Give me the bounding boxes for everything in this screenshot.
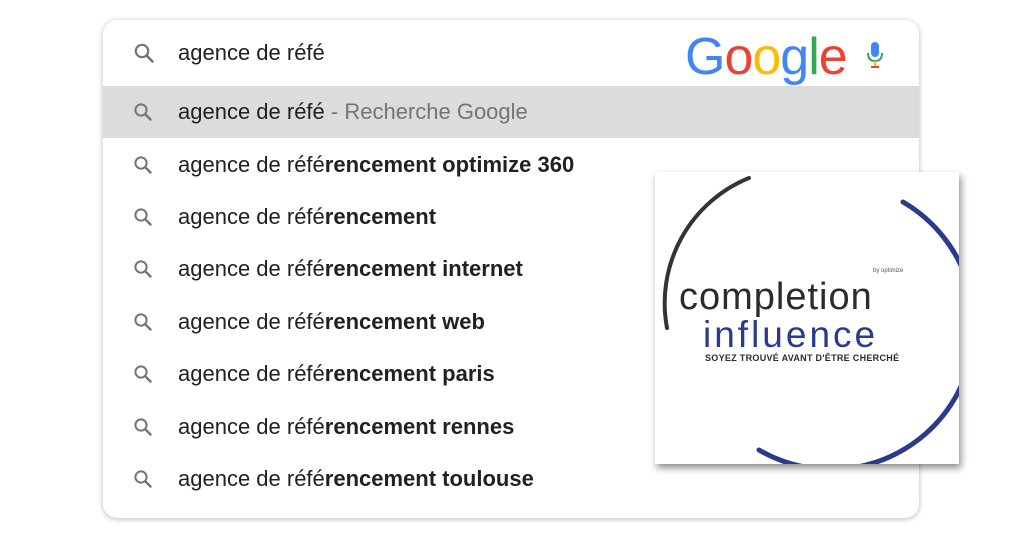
search-input[interactable] [178, 20, 658, 86]
suggestion-completion: rencement toulouse [324, 465, 534, 491]
logo-letter: g [780, 28, 809, 86]
suggestion-text: agence de référencement rennes [178, 414, 514, 440]
suggestion-completion: rencement paris [324, 361, 495, 387]
suggestion-prefix: agence de réfé [178, 151, 325, 177]
microphone-icon[interactable] [865, 40, 885, 70]
search-icon [133, 207, 153, 227]
suggestion-prefix: agence de réfé [178, 465, 325, 491]
suggestion-prefix: agence de réfé [178, 203, 325, 229]
suggestion-text: agence de référencement [178, 204, 436, 230]
brand-tagline: SOYEZ TROUVÉ AVANT D'ÊTRE CHERCHÉ [705, 353, 900, 363]
suggestion-completion: rencement optimize 360 [324, 151, 575, 177]
suggestion-suffix: - Recherche Google [324, 99, 528, 125]
search-icon [133, 417, 153, 437]
suggestion-text: agence de référencement web [178, 309, 485, 335]
suggestion-completion: rencement rennes [324, 413, 515, 439]
search-icon [133, 102, 153, 122]
suggestion-text: agence de réfé - Recherche Google [178, 99, 528, 125]
suggestion-completion: rencement internet [324, 256, 523, 282]
suggestion-completion: rencement web [324, 308, 485, 334]
logo-letter: o [752, 28, 781, 86]
suggestion-prefix: agence de réfé [178, 256, 325, 282]
logo-letter: e [818, 28, 848, 86]
suggestion-prefix: agence de réfé [178, 308, 325, 334]
suggestion-item[interactable]: agence de réfé - Recherche Google [103, 86, 919, 139]
google-logo: Google [685, 24, 848, 90]
search-icon[interactable] [133, 42, 155, 64]
suggestion-prefix: agence de réfé [178, 361, 325, 387]
search-icon [133, 469, 153, 489]
suggestion-text: agence de référencement paris [178, 361, 495, 387]
search-icon [133, 312, 153, 332]
search-bar: Google [103, 20, 919, 86]
completion-influence-logo-card: completion influence SOYEZ TROUVÉ AVANT … [655, 172, 959, 464]
suggestion-prefix: agence de réfé [178, 99, 325, 125]
suggestion-text: agence de référencement internet [178, 256, 523, 282]
suggestion-text: agence de référencement toulouse [178, 466, 534, 492]
suggestion-text: agence de référencement optimize 360 [178, 152, 574, 178]
search-icon [133, 364, 153, 384]
brand-byline: by optimize [873, 268, 904, 274]
logo-letter: o [724, 28, 753, 86]
logo-letter: G [685, 28, 725, 86]
logo-letter: l [808, 28, 820, 86]
suggestion-prefix: agence de réfé [178, 413, 325, 439]
brand-name-line2: influence [703, 314, 879, 355]
suggestion-completion: rencement [324, 203, 437, 229]
search-icon [133, 259, 153, 279]
brand-name-line1: completion [679, 276, 873, 318]
search-icon [133, 155, 153, 175]
